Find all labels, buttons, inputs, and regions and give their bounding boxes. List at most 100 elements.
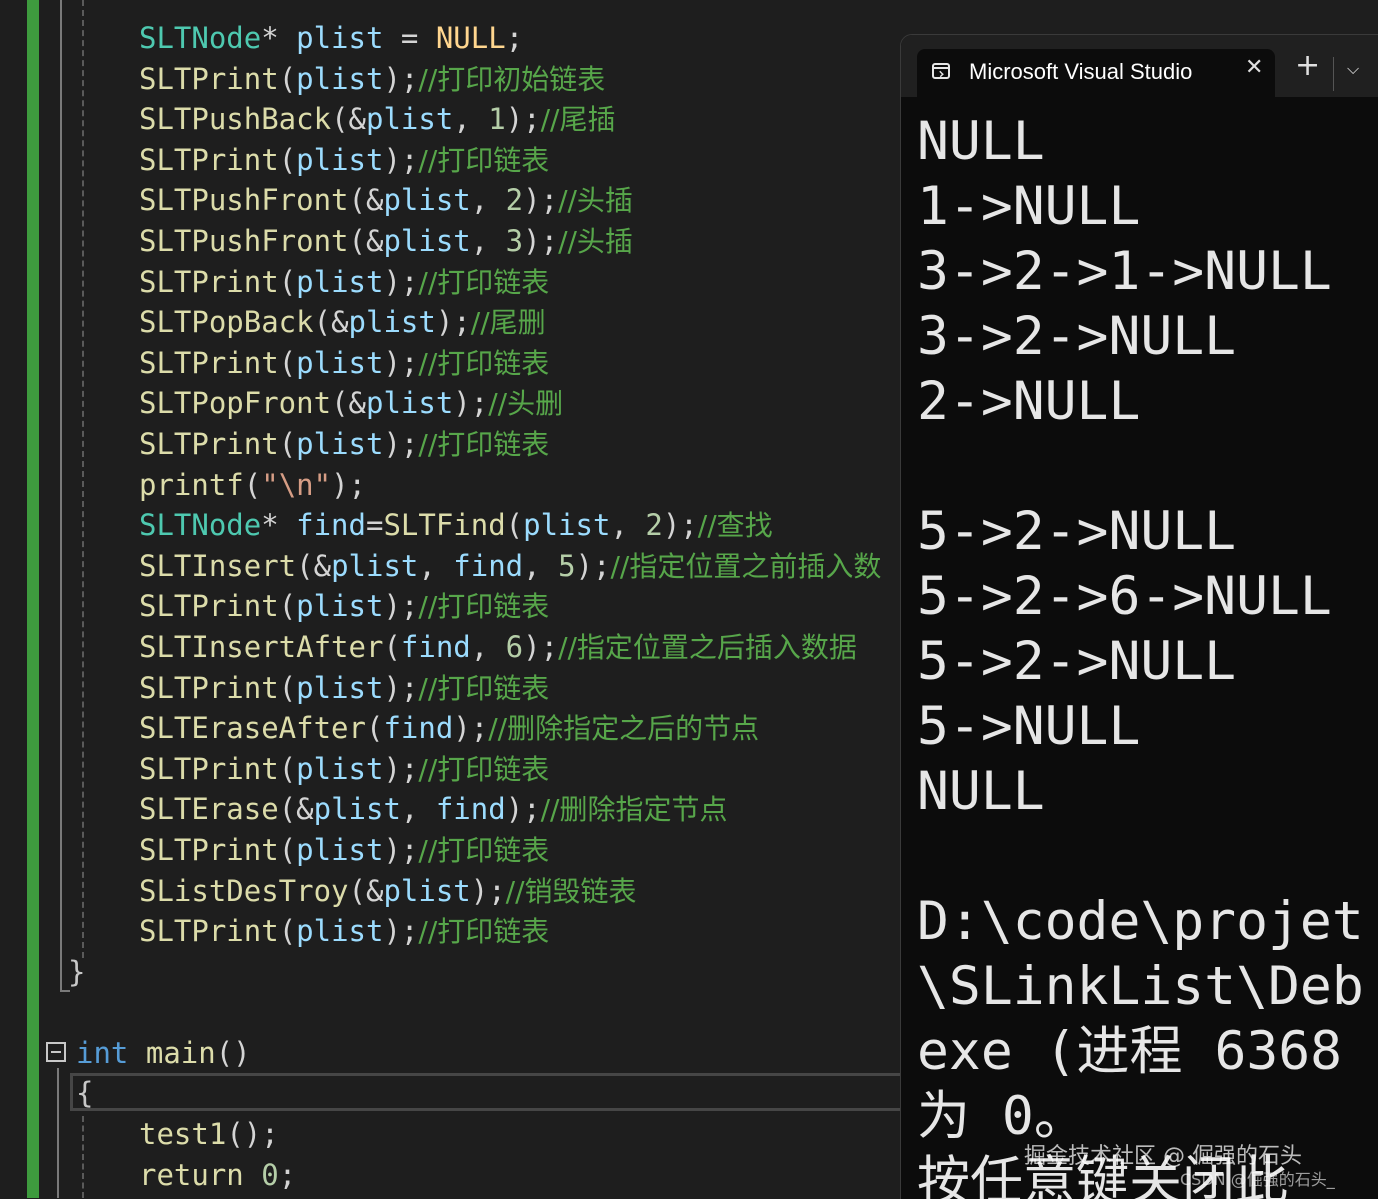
code-token: , bbox=[400, 792, 436, 827]
code-token: //查找 bbox=[697, 509, 773, 543]
code-token: return bbox=[139, 1158, 244, 1192]
code-token: SLTPrint bbox=[139, 264, 279, 299]
code-line[interactable]: SLTPushBack(&plist, 1);//尾插 bbox=[139, 99, 615, 139]
code-line[interactable]: SLTPrint(plist);//打印链表 bbox=[139, 911, 549, 951]
code-token: //打印链表 bbox=[418, 143, 550, 177]
code-token: ); bbox=[383, 427, 419, 461]
new-tab-button[interactable]: + bbox=[1295, 51, 1320, 81]
code-token: ( bbox=[278, 427, 297, 461]
code-line[interactable]: } bbox=[68, 952, 85, 992]
close-tab-icon[interactable]: ✕ bbox=[1245, 55, 1263, 80]
code-token: plist bbox=[296, 833, 384, 867]
console-line: 5->NULL bbox=[917, 696, 1141, 757]
code-token: SLTPopFront bbox=[139, 386, 332, 421]
code-line[interactable]: SListDesTroy(&plist);//销毁链表 bbox=[139, 871, 637, 911]
fold-outline bbox=[57, 1068, 59, 1198]
code-token: plist bbox=[296, 914, 384, 949]
code-token: 6 bbox=[505, 630, 524, 664]
code-token: //删除指定之后的节点 bbox=[488, 712, 760, 746]
code-token: plist bbox=[296, 670, 384, 705]
code-line[interactable]: SLTPrint(plist);//打印链表 bbox=[139, 262, 549, 302]
code-line[interactable]: SLTPrint(plist);//打印初始链表 bbox=[139, 59, 605, 99]
code-token: SListDesTroy bbox=[139, 873, 349, 908]
code-line[interactable]: SLTPopBack(&plist);//尾删 bbox=[139, 302, 546, 342]
code-line[interactable]: { bbox=[76, 1073, 93, 1113]
code-token: //打印链表 bbox=[418, 915, 550, 949]
code-token: ( bbox=[278, 345, 297, 380]
code-token: ); bbox=[523, 183, 559, 218]
code-token: plist bbox=[296, 345, 384, 380]
code-line[interactable]: SLTNode* find=SLTFind(plist, 2);//查找 bbox=[139, 505, 773, 545]
code-line[interactable]: printf("\n"); bbox=[139, 465, 366, 505]
console-line: 5->2->NULL bbox=[917, 501, 1237, 562]
code-token: SLTFind bbox=[383, 508, 506, 543]
code-token: (& bbox=[348, 873, 384, 908]
code-line[interactable]: SLTPrint(plist);//打印链表 bbox=[139, 586, 549, 626]
code-token: , bbox=[523, 548, 559, 583]
code-line[interactable]: SLTPrint(plist);//打印链表 bbox=[139, 830, 549, 870]
code-token: ( bbox=[365, 711, 384, 746]
code-token: SLTPrint bbox=[139, 345, 279, 380]
code-line[interactable]: SLTPrint(plist);//打印链表 bbox=[139, 140, 549, 180]
code-token: ); bbox=[523, 630, 559, 664]
console-line: D:\code\projet bbox=[917, 891, 1364, 952]
code-token: plist bbox=[296, 264, 384, 299]
code-token: SLTPushFront bbox=[139, 224, 349, 258]
code-token: plist bbox=[296, 61, 384, 96]
code-token: ); bbox=[383, 914, 419, 949]
code-token: plist bbox=[296, 142, 384, 177]
code-token: (& bbox=[278, 792, 314, 827]
code-token: ( bbox=[278, 833, 297, 867]
code-token: SLTInsertAfter bbox=[139, 630, 384, 664]
code-token: ); bbox=[383, 61, 419, 96]
code-token: NULL bbox=[435, 21, 506, 55]
tab-title: Microsoft Visual Studio bbox=[969, 59, 1193, 84]
code-token: find bbox=[296, 508, 366, 543]
code-token: ( bbox=[243, 467, 262, 502]
code-line[interactable]: SLTPopFront(&plist);//头删 bbox=[139, 383, 563, 423]
code-line[interactable]: SLTPrint(plist);//打印链表 bbox=[139, 424, 549, 464]
chevron-down-icon[interactable]: ⌵ bbox=[1347, 59, 1359, 79]
code-token: = bbox=[365, 508, 384, 543]
code-line[interactable]: SLTInsertAfter(find, 6);//指定位置之后插入数据 bbox=[139, 627, 857, 667]
console-line: 3->2->1->NULL bbox=[917, 241, 1332, 302]
console-tab[interactable]: Microsoft Visual Studio ✕ bbox=[917, 49, 1275, 99]
fold-outline bbox=[60, 0, 62, 992]
code-token: SLTPrint bbox=[139, 142, 279, 177]
code-token: find bbox=[453, 548, 524, 583]
code-token: //头插 bbox=[558, 184, 633, 218]
code-line[interactable]: SLTPrint(plist);//打印链表 bbox=[139, 749, 549, 789]
code-line[interactable]: SLTNode* plist = NULL; bbox=[139, 18, 523, 58]
console-window[interactable]: Microsoft Visual Studio ✕ + ⌵ NULL 1->NUL… bbox=[900, 34, 1378, 1199]
code-line[interactable]: SLTInsert(&plist, find, 5);//指定位置之前插入数 bbox=[139, 546, 881, 586]
code-token: //打印链表 bbox=[418, 834, 550, 867]
code-line[interactable]: return 0; bbox=[139, 1155, 296, 1195]
code-token: plist bbox=[365, 102, 454, 137]
code-line[interactable]: test1(); bbox=[139, 1114, 279, 1154]
code-line[interactable]: SLTPrint(plist);//打印链表 bbox=[139, 343, 549, 383]
console-line: \SLinkList\Deb bbox=[917, 956, 1364, 1017]
code-token: //打印链表 bbox=[418, 590, 550, 624]
code-token: ); bbox=[383, 833, 419, 867]
code-token: plist bbox=[313, 792, 401, 827]
code-line[interactable]: SLTPushFront(&plist, 3);//头插 bbox=[139, 221, 633, 261]
code-token: //销毁链表 bbox=[505, 874, 637, 908]
code-token: main bbox=[145, 1036, 216, 1070]
code-token: ); bbox=[383, 589, 419, 624]
code-token: plist bbox=[523, 508, 611, 543]
code-line[interactable]: SLTErase(&plist, find);//删除指定节点 bbox=[139, 789, 727, 829]
code-token: ( bbox=[505, 508, 524, 543]
code-token: * bbox=[261, 21, 297, 55]
code-line[interactable]: SLTPushFront(&plist, 2);//头插 bbox=[139, 180, 633, 220]
code-token: ); bbox=[435, 305, 471, 340]
code-token: ); bbox=[383, 670, 419, 705]
code-line[interactable]: int main() bbox=[76, 1033, 251, 1073]
code-token: plist bbox=[383, 183, 471, 218]
collapse-icon[interactable] bbox=[46, 1042, 66, 1062]
code-token: , bbox=[453, 102, 489, 137]
code-token: //删除指定节点 bbox=[540, 793, 728, 827]
code-token: test1 bbox=[139, 1117, 227, 1151]
code-line[interactable]: SLTEraseAfter(find);//删除指定之后的节点 bbox=[139, 708, 759, 748]
code-line[interactable]: SLTPrint(plist);//打印链表 bbox=[139, 668, 549, 708]
